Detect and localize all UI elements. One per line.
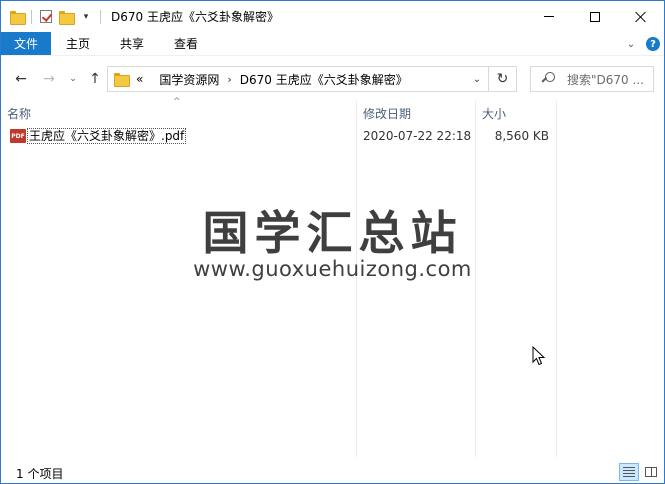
address-bar[interactable]: « 国学资源网 › D670 王虎应《六爻卦象解密》 ⌄ ↻ [107,66,517,92]
maximize-icon [590,11,600,22]
tab-view[interactable]: 查看 [159,32,213,55]
search-box[interactable]: 搜索"D670 ... [530,66,654,92]
folder-icon [114,73,130,87]
details-view-button[interactable] [619,463,639,481]
window-controls [526,1,664,32]
file-row[interactable]: PDF 王虎应《六爻卦象解密》.pdf 2020-07-22 22:18 8,5… [1,126,556,146]
help-button[interactable]: ? [642,32,664,56]
breadcrumb-item-current[interactable]: D670 王虎应《六爻卦象解密》 [240,71,408,88]
toolbar-divider [100,9,101,24]
item-count: 1 个项目 [16,467,64,481]
up-arrow-icon[interactable]: ↑ [83,67,107,91]
close-icon [635,11,647,23]
maximize-button[interactable] [572,1,618,32]
tab-share[interactable]: 共享 [105,32,159,55]
window-title: D670 王虎应《六爻卦象解密》 [111,10,279,24]
breadcrumb: « 国学资源网 › D670 王虎应《六爻卦象解密》 [136,71,408,88]
minimize-icon [544,16,554,17]
close-button[interactable] [618,1,664,32]
column-header-row: 名称 ^ 修改日期 大小 [1,97,664,125]
mouse-cursor-icon [532,346,546,366]
column-header-date-label: 修改日期 [363,106,412,121]
details-view-icon [623,467,635,477]
folder-icon [9,9,26,25]
properties-icon[interactable] [38,9,54,25]
large-icons-view-icon [645,467,657,477]
breadcrumb-item-root[interactable]: 国学资源网 [159,71,219,88]
ribbon-controls: ⌄ ? [620,32,664,56]
breadcrumb-overflow[interactable]: « [136,72,143,86]
address-history-chevron-icon[interactable]: ⌄ [468,67,486,91]
help-icon: ? [646,37,660,51]
watermark-url: www.guoxuehuizong.com [193,257,472,281]
ribbon-tabs: 文件 主页 共享 查看 ⌄ ? [1,32,664,56]
column-header-size-label: 大小 [482,106,507,121]
back-arrow-icon[interactable]: ← [9,67,33,91]
minimize-button[interactable] [526,1,572,32]
refresh-icon[interactable]: ↻ [488,67,516,91]
search-icon [541,72,555,86]
file-name[interactable]: 王虎应《六爻卦象解密》.pdf [27,128,187,144]
recent-locations-chevron-icon[interactable]: ⌄ [65,67,81,91]
toolbar-divider [31,9,32,24]
customize-toolbar-chevron-icon[interactable]: ▾ [78,9,94,25]
file-size: 8,560 KB [494,129,549,143]
pdf-file-icon: PDF [10,129,26,143]
quick-access-toolbar: ▾ [1,1,107,32]
new-folder-icon[interactable] [58,9,75,25]
tab-file[interactable]: 文件 [1,32,51,55]
column-header-date[interactable]: 修改日期 [357,101,475,125]
sort-ascending-icon: ^ [173,97,181,107]
column-header-size[interactable]: 大小 [476,101,556,125]
expand-ribbon-chevron-icon[interactable]: ⌄ [620,32,642,56]
watermark-title: 国学汇总站 [202,206,463,260]
breadcrumb-separator-icon[interactable]: › [227,73,231,86]
explorer-window: ▾ D670 王虎应《六爻卦象解密》 文件 主页 共享 查看 ⌄ ? ← → ⌄… [0,0,665,484]
title-bar: ▾ D670 王虎应《六爻卦象解密》 [1,1,664,32]
large-icons-view-button[interactable] [642,463,660,481]
file-modified-date: 2020-07-22 22:18 [363,129,472,143]
column-header-name-label: 名称 [7,106,32,121]
status-bar: 1 个项目 [1,461,664,483]
navigation-bar: ← → ⌄ ↑ « 国学资源网 › D670 王虎应《六爻卦象解密》 ⌄ ↻ 搜… [1,63,664,95]
column-header-name[interactable]: 名称 ^ [1,97,356,125]
tab-home[interactable]: 主页 [51,32,105,55]
search-input[interactable]: 搜索"D670 ... [567,71,644,88]
forward-arrow-icon[interactable]: → [37,67,61,91]
